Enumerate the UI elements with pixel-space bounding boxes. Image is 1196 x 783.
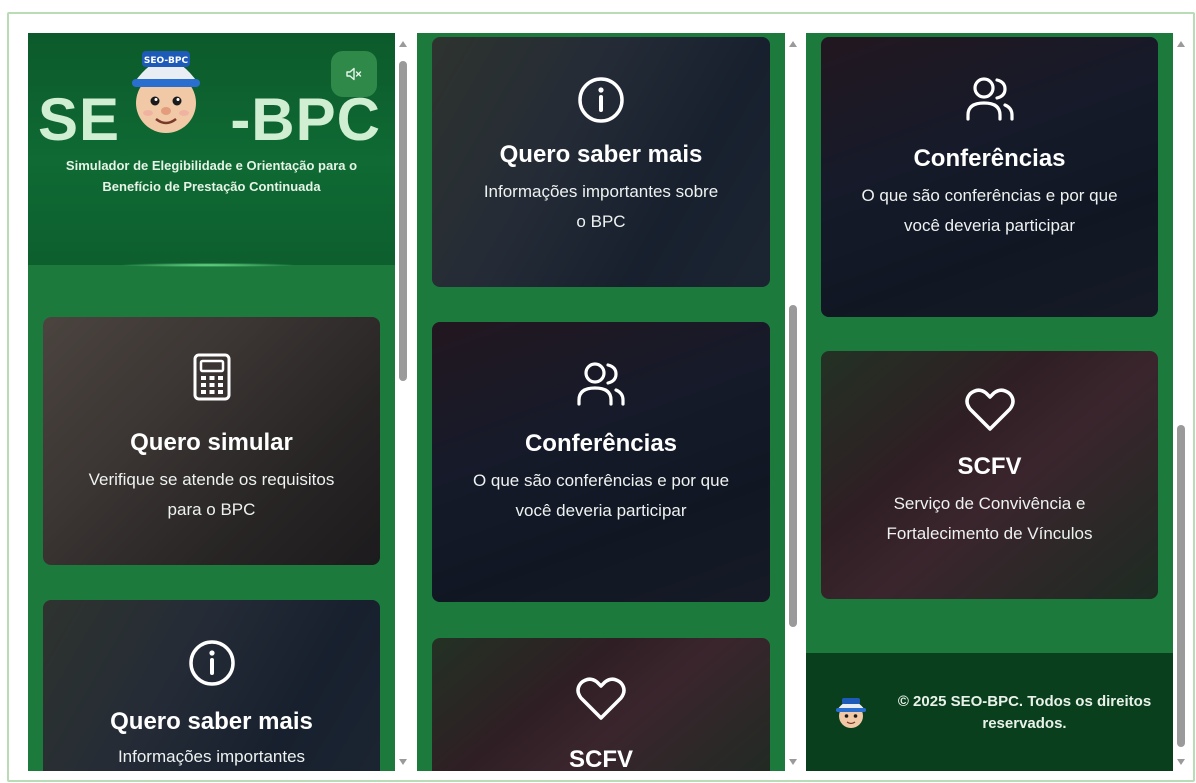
scrollbar-thumb[interactable] bbox=[789, 305, 797, 627]
card-title: SCFV bbox=[957, 453, 1022, 480]
app-logo: SE -BPC bbox=[38, 85, 385, 154]
users-icon bbox=[965, 77, 1014, 121]
mascot-icon bbox=[836, 698, 866, 728]
card-description: Verifique se atende os requisitos para o… bbox=[88, 470, 335, 519]
heart-icon bbox=[964, 388, 1015, 431]
card-quero-saber-mais[interactable]: Quero saber mais Informações importantes bbox=[43, 600, 380, 771]
card-title: Quero saber mais bbox=[110, 708, 313, 735]
scroll-down-arrow[interactable] bbox=[1177, 759, 1185, 765]
card-description: Informações importantes sobre o BPC bbox=[483, 182, 719, 231]
card-conferencias[interactable]: Conferências O que são conferências e po… bbox=[432, 322, 770, 602]
card-title: Conferências bbox=[524, 430, 678, 457]
info-icon bbox=[578, 77, 624, 123]
card-description: O que são conferências e por que você de… bbox=[861, 186, 1118, 235]
scroll-down-arrow[interactable] bbox=[399, 759, 407, 765]
scroll-up-arrow[interactable] bbox=[1177, 41, 1185, 47]
app-header: SE -BPC SEO-BPC Simulador de Elegibilida… bbox=[28, 33, 395, 265]
card-scfv[interactable]: SCFV bbox=[432, 638, 770, 771]
users-icon bbox=[577, 362, 625, 406]
card-title: Conferências bbox=[913, 145, 1066, 172]
app-subtitle: Simulador de Elegibilidade e Orientação … bbox=[65, 158, 358, 194]
header-glow-divider bbox=[123, 263, 293, 267]
scroll-up-arrow[interactable] bbox=[789, 41, 797, 47]
svg-text:SEO-BPC: SEO-BPC bbox=[144, 56, 189, 66]
card-title: Quero simular bbox=[130, 429, 293, 456]
logo-left-text: SE bbox=[38, 86, 121, 153]
card-title: SCFV bbox=[568, 746, 633, 771]
calculator-icon bbox=[193, 353, 230, 401]
scrollbar-thumb[interactable] bbox=[1177, 425, 1185, 747]
card-scfv[interactable]: SCFV Serviço de Convivência e Fortalecim… bbox=[821, 351, 1158, 599]
info-icon bbox=[188, 640, 235, 686]
card-quero-saber-mais[interactable]: Quero saber mais Informações importantes… bbox=[432, 37, 770, 287]
scrollbar[interactable] bbox=[396, 33, 410, 771]
mascot-logo: SEO-BPC bbox=[132, 51, 200, 133]
card-description: Informações importantes bbox=[117, 747, 306, 766]
scrollbar-thumb[interactable] bbox=[399, 61, 407, 381]
card-description: Serviço de Convivência e Fortalecimento … bbox=[886, 494, 1093, 543]
scrollbar[interactable] bbox=[1174, 33, 1188, 771]
card-title: Quero saber mais bbox=[499, 141, 703, 168]
heart-icon bbox=[576, 677, 626, 720]
scrollbar[interactable] bbox=[786, 33, 800, 771]
pane-bottom: Conferências O que são conferências e po… bbox=[806, 33, 1173, 771]
scroll-down-arrow[interactable] bbox=[789, 759, 797, 765]
mute-button[interactable] bbox=[331, 51, 377, 97]
pane-top: SE -BPC SEO-BPC Simulador de Elegibilida… bbox=[28, 33, 395, 771]
pane-middle: Quero saber mais Informações importantes… bbox=[417, 33, 785, 771]
card-description: O que são conferências e por que você de… bbox=[472, 471, 730, 520]
card-conferencias[interactable]: Conferências O que são conferências e po… bbox=[821, 37, 1158, 317]
app-footer: © 2025 SEO-BPC. Todos os direitos reserv… bbox=[806, 653, 1173, 771]
footer-copyright: © 2025 SEO-BPC. Todos os direitos reserv… bbox=[897, 693, 1152, 732]
speaker-muted-icon bbox=[346, 67, 362, 81]
card-quero-simular[interactable]: Quero simular Verifique se atende os req… bbox=[43, 317, 380, 565]
scroll-up-arrow[interactable] bbox=[399, 41, 407, 47]
